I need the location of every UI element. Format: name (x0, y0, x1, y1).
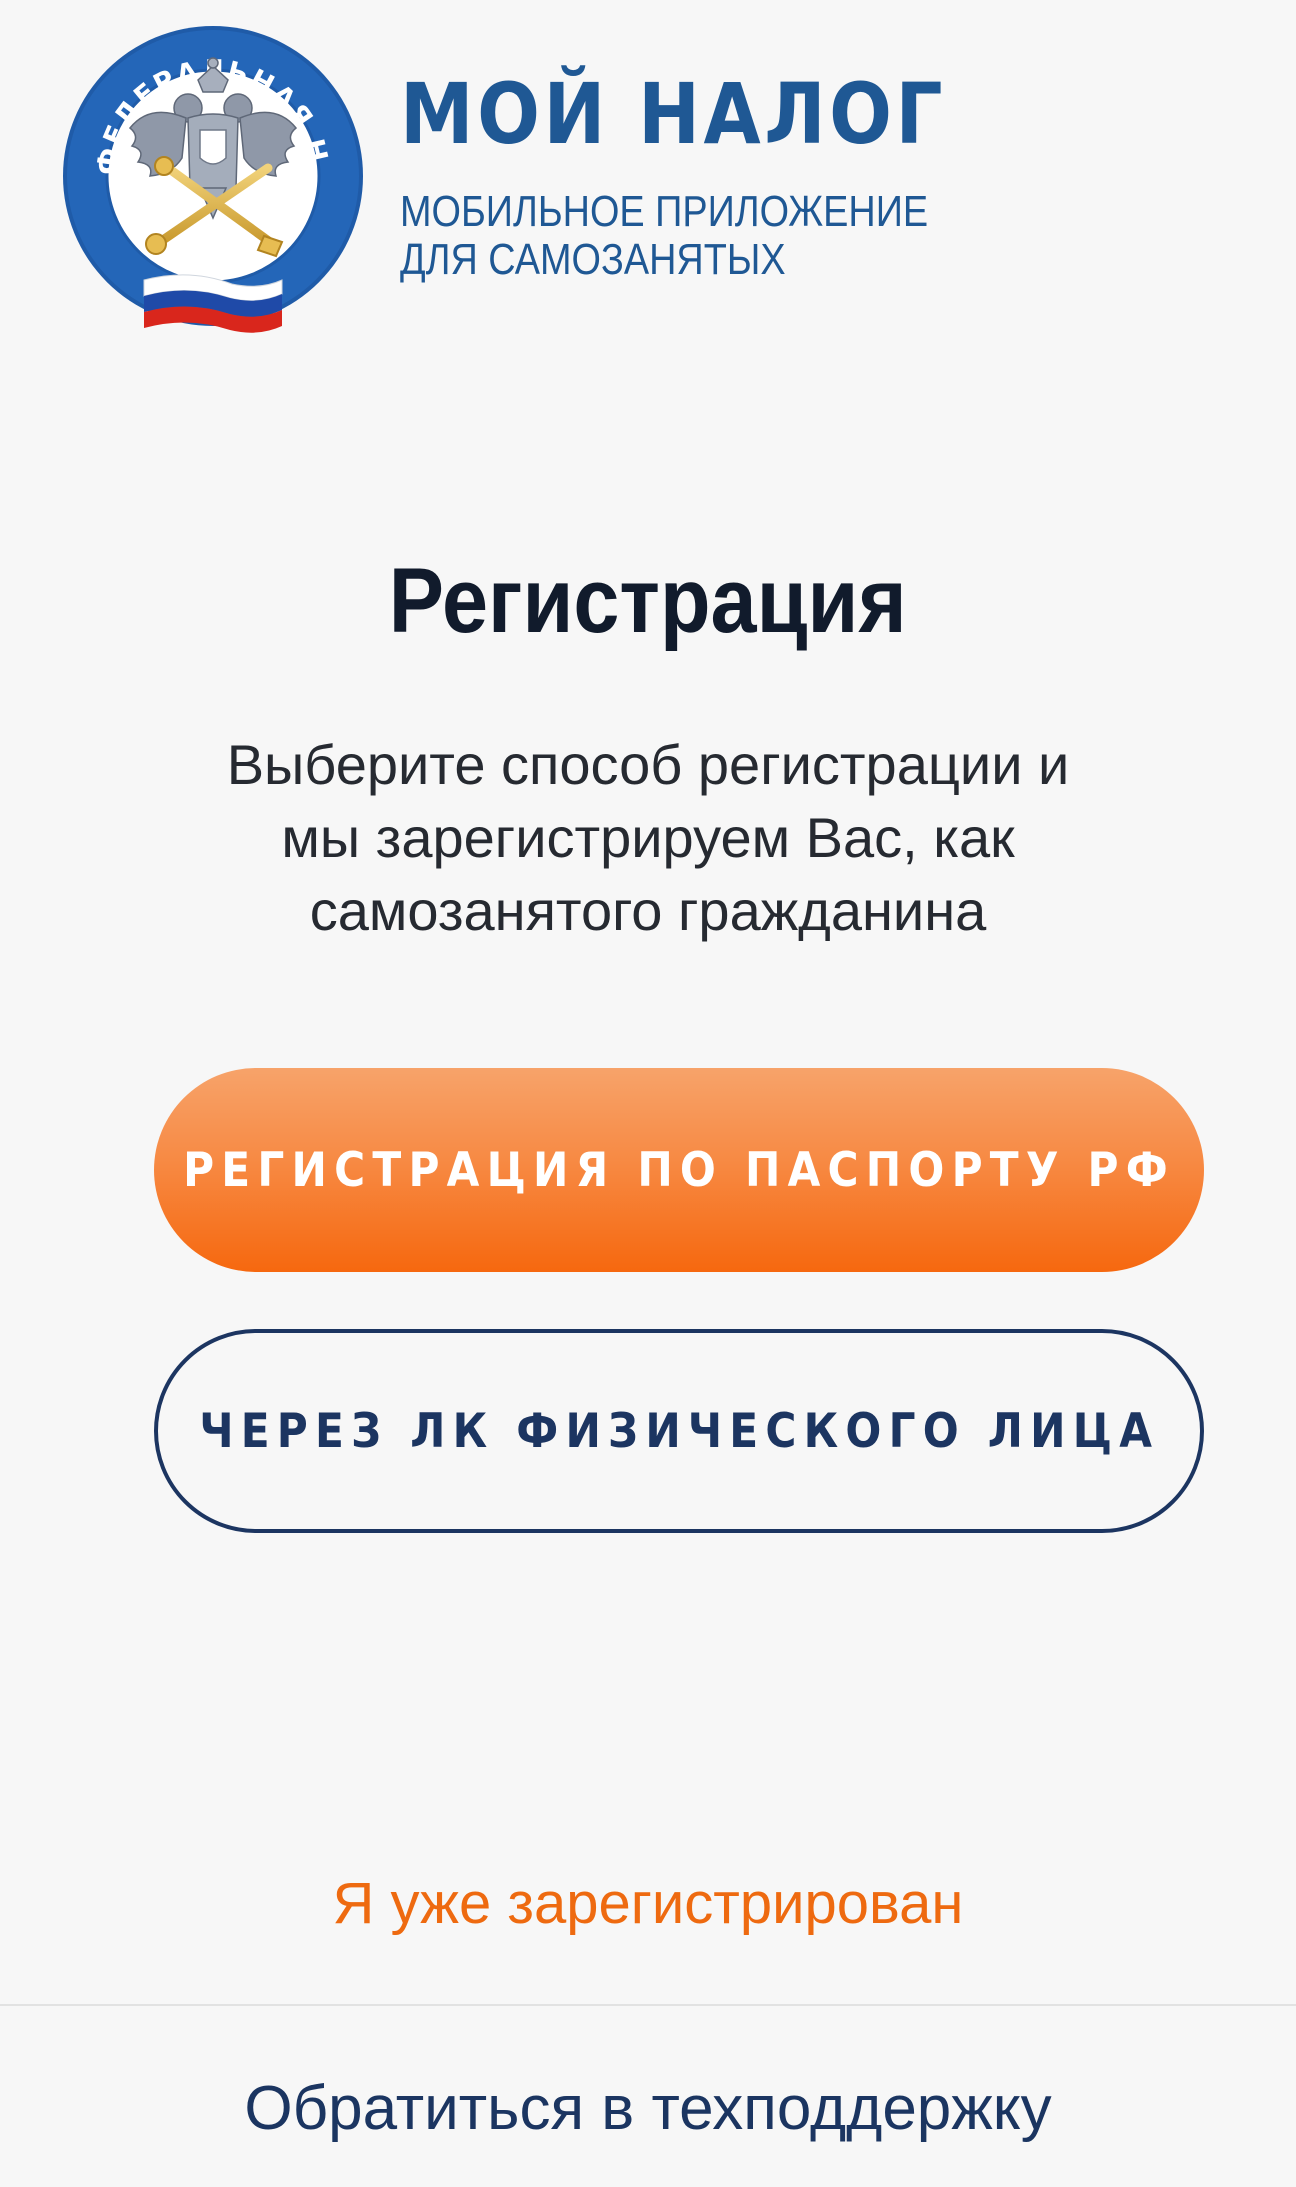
footer-divider (0, 2004, 1296, 2006)
register-via-personal-account-button[interactable]: ЧЕРЕЗ ЛК ФИЗИЧЕСКОГО ЛИЦА (154, 1329, 1204, 1533)
page-description: Выберите способ регистрации и мы зарегис… (226, 733, 1070, 942)
register-via-personal-account-label: ЧЕРЕЗ ЛК ФИЗИЧЕСКОГО ЛИЦА (199, 1403, 1159, 1459)
fns-emblem-icon: ФЕДЕРАЛЬНАЯ НАЛОГОВАЯ СЛУЖБА (42, 0, 363, 333)
app-subtitle: МОБИЛЬНОЕ ПРИЛОЖЕНИЕ ДЛЯ САМОЗАНЯТЫХ (400, 188, 928, 284)
page-title-text: Регистрация (389, 550, 907, 652)
already-registered-link[interactable]: Я уже зарегистрирован (0, 1875, 1296, 1933)
page-title: Регистрация (0, 555, 1296, 647)
contact-support-link[interactable]: Обратиться в техподдержку (0, 2078, 1296, 2140)
app-subtitle-line2: ДЛЯ САМОЗАНЯТЫХ (400, 235, 786, 284)
app-name: МОЙ НАЛОГ (400, 65, 947, 163)
fns-emblem-logo: ФЕДЕРАЛЬНАЯ НАЛОГОВАЯ СЛУЖБА (42, 0, 366, 336)
register-by-passport-button[interactable]: РЕГИСТРАЦИЯ ПО ПАСПОРТУ РФ (154, 1068, 1204, 1272)
app-subtitle-line1: МОБИЛЬНОЕ ПРИЛОЖЕНИЕ (400, 187, 929, 236)
register-by-passport-label: РЕГИСТРАЦИЯ ПО ПАСПОРТУ РФ (183, 1142, 1175, 1198)
